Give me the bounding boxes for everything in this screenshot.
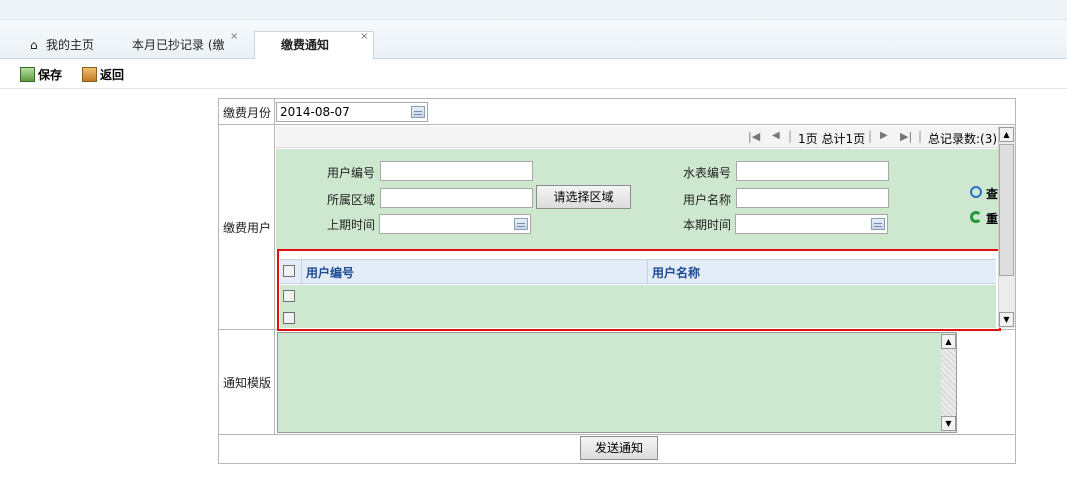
scroll-down-icon[interactable]: ▼ xyxy=(999,312,1014,327)
label-column-divider xyxy=(274,99,275,434)
tab-home-label: 我的主页 xyxy=(46,38,95,52)
meter-no-label: 水表编号 xyxy=(683,166,732,180)
prev-page-icon[interactable]: ◀ xyxy=(772,130,780,141)
scroll-up-icon[interactable]: ▲ xyxy=(999,127,1014,142)
tab-home[interactable]: ⌂ 我的主页 xyxy=(24,32,114,59)
reset-button-label: 重 xyxy=(986,212,999,226)
prev-time-input[interactable] xyxy=(379,214,531,234)
toolbar xyxy=(0,59,1067,89)
refresh-icon xyxy=(970,211,982,223)
save-button[interactable]: 保存 xyxy=(20,66,62,84)
month-date-value: 2014-08-07 xyxy=(280,105,350,119)
user-name-input[interactable] xyxy=(736,188,889,208)
pager-separator: | xyxy=(788,129,793,143)
prev-time-label: 上期时间 xyxy=(327,218,376,232)
tab-payment-notice-label: 缴费通知 xyxy=(281,38,330,52)
pager-bar xyxy=(276,126,998,148)
month-label: 缴费月份 xyxy=(223,106,272,120)
month-date-input[interactable]: 2014-08-07 xyxy=(276,102,428,122)
highlight-box xyxy=(277,249,1001,331)
back-button[interactable]: 返回 xyxy=(82,66,124,84)
tab-monthly-records-label: 本月已抄记录 (缴 xyxy=(132,38,225,52)
template-label: 通知模版 xyxy=(223,376,272,390)
scroll-up-icon[interactable]: ▲ xyxy=(941,334,956,349)
calendar-icon[interactable] xyxy=(514,218,528,230)
user-name-label: 用户名称 xyxy=(683,193,732,207)
page-info: 1页 总计1页 xyxy=(798,132,866,146)
back-icon xyxy=(82,67,97,82)
query-button-label: 查 xyxy=(986,187,999,201)
top-band xyxy=(0,0,1067,20)
user-no-input[interactable] xyxy=(380,161,533,181)
tab-monthly-records[interactable]: 本月已抄记录 (缴 xyxy=(120,32,248,59)
area-label: 所属区域 xyxy=(327,193,376,207)
scroll-down-icon[interactable]: ▼ xyxy=(941,416,956,431)
curr-time-label: 本期时间 xyxy=(683,218,732,232)
template-textarea[interactable] xyxy=(277,332,957,433)
total-records: 总记录数:(3) xyxy=(928,132,998,146)
first-page-icon[interactable]: |◀ xyxy=(748,130,760,143)
save-button-label: 保存 xyxy=(38,68,63,82)
row-divider xyxy=(219,124,1016,125)
select-area-button[interactable]: 请选择区域 xyxy=(536,185,631,209)
send-notice-button[interactable]: 发送通知 xyxy=(580,436,658,460)
close-icon[interactable]: × xyxy=(360,31,368,42)
calendar-icon[interactable] xyxy=(871,218,885,230)
users-label: 缴费用户 xyxy=(223,221,272,235)
next-page-icon[interactable]: ▶ xyxy=(880,130,888,141)
area-input[interactable] xyxy=(380,188,533,208)
home-icon: ⌂ xyxy=(30,38,38,52)
scroll-thumb[interactable] xyxy=(999,144,1014,276)
tab-payment-notice[interactable]: 缴费通知 xyxy=(254,31,374,60)
last-page-icon[interactable]: ▶| xyxy=(900,130,912,143)
save-icon xyxy=(20,67,35,82)
magnifier-icon xyxy=(970,186,982,198)
close-icon[interactable]: × xyxy=(230,31,238,42)
user-no-label: 用户编号 xyxy=(327,166,376,180)
back-button-label: 返回 xyxy=(100,68,125,82)
calendar-icon[interactable] xyxy=(411,106,425,118)
meter-no-input[interactable] xyxy=(736,161,889,181)
curr-time-input[interactable] xyxy=(735,214,888,234)
row-divider xyxy=(219,434,1016,435)
pager-separator: | xyxy=(868,129,873,143)
pager-separator: | xyxy=(918,129,923,143)
